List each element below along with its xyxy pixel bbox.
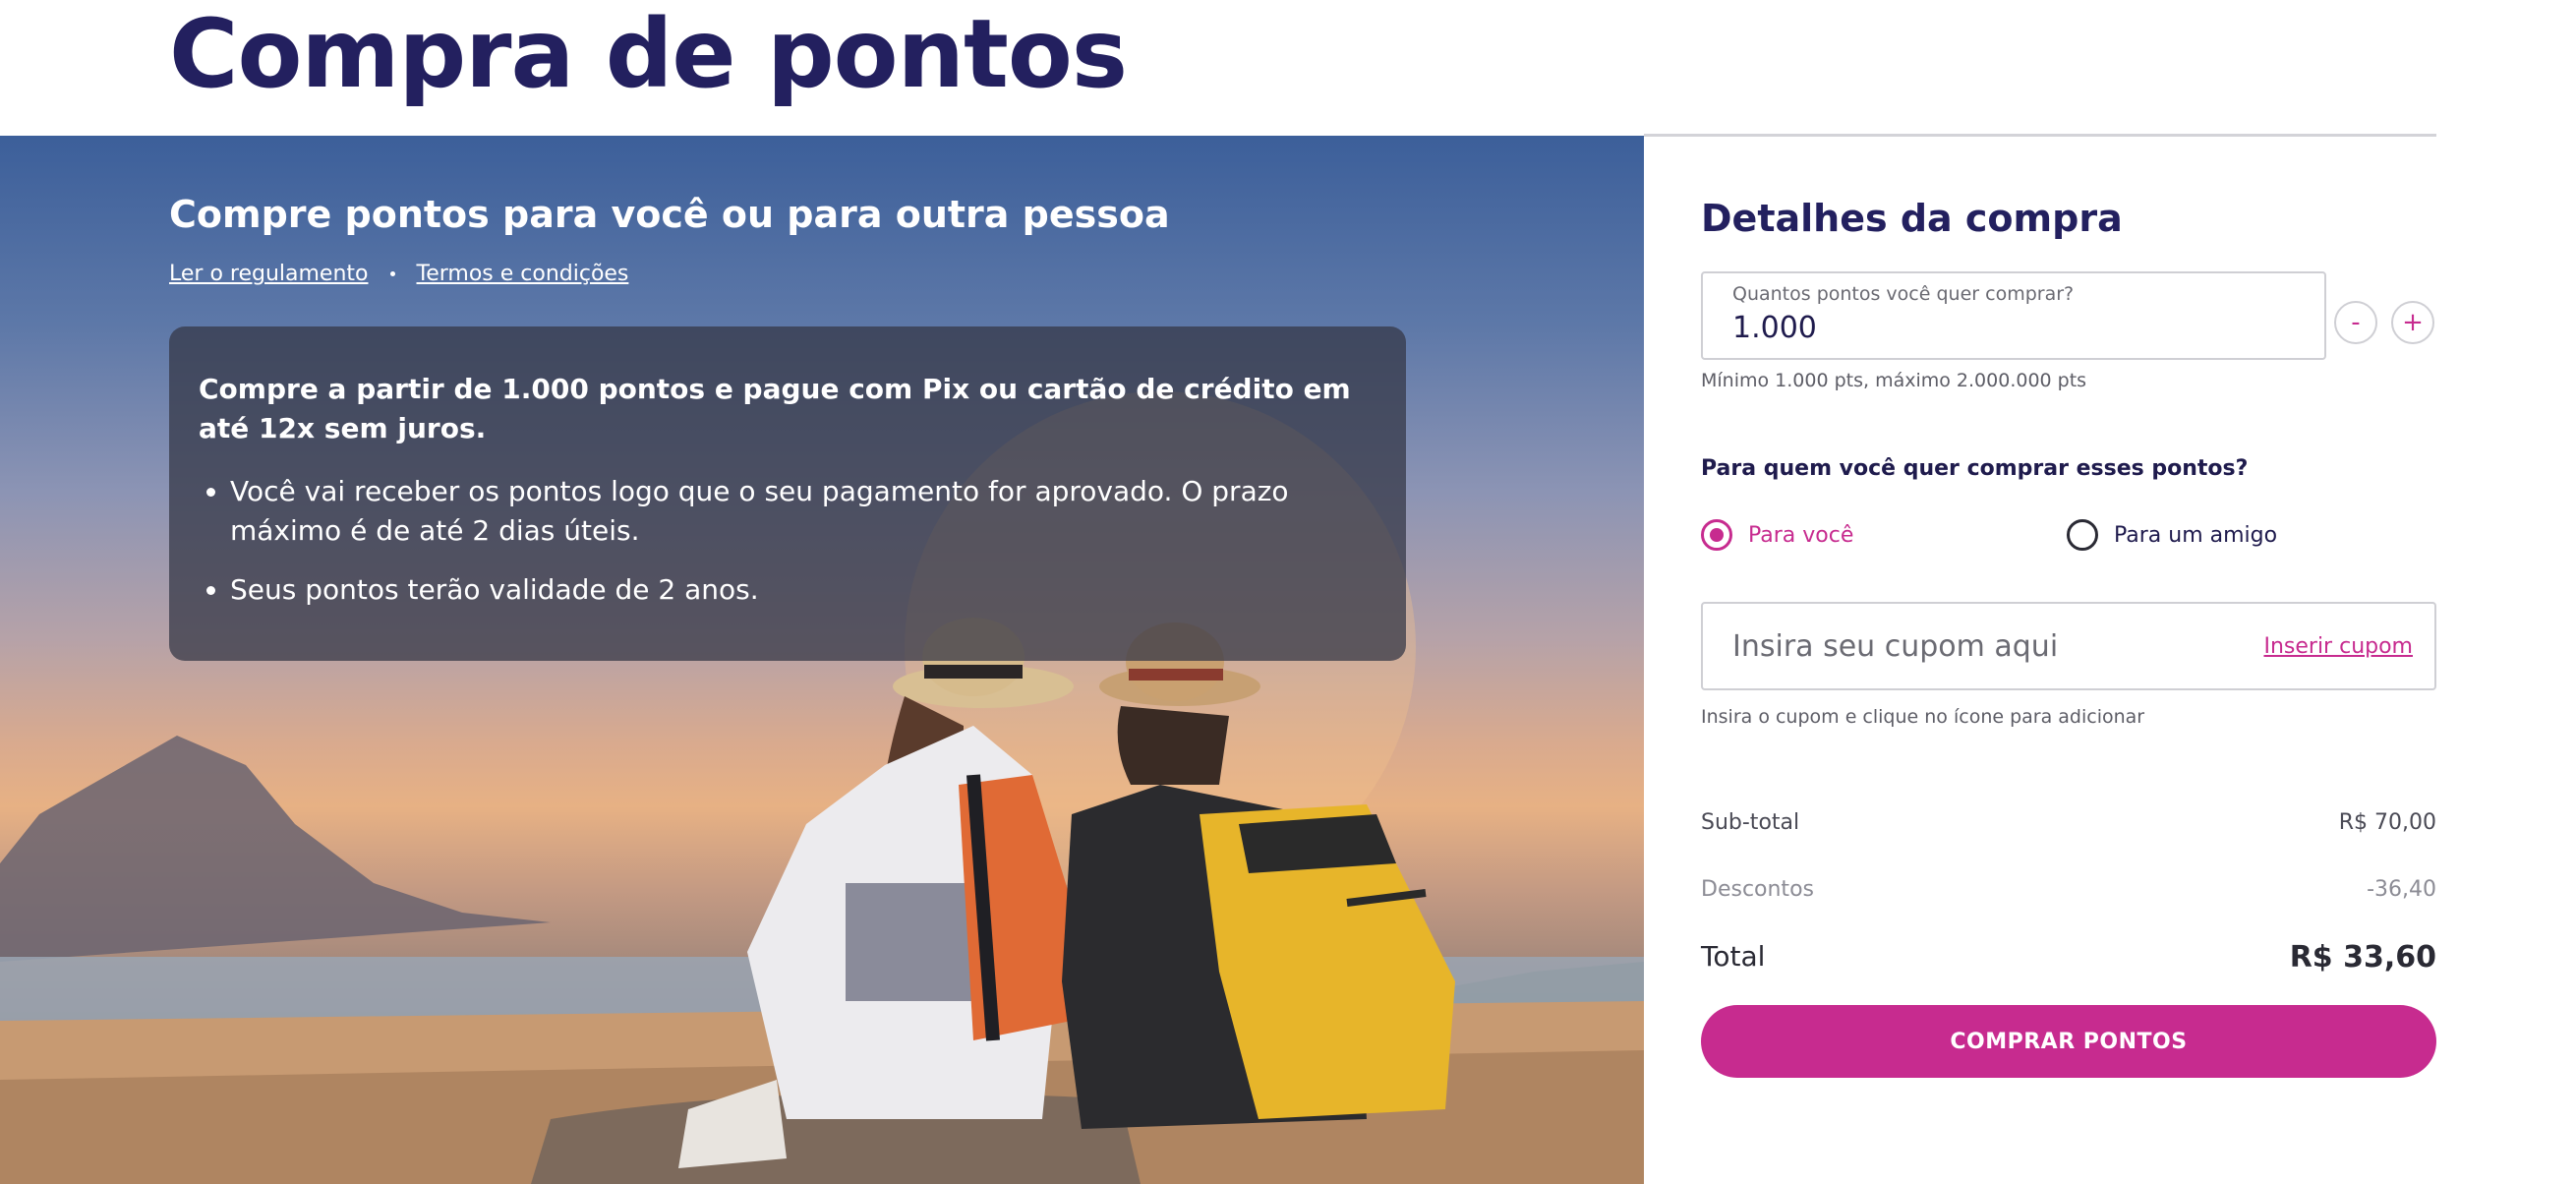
buy-points-button[interactable]: COMPRAR PONTOS — [1701, 1005, 2436, 1078]
coupon-hint: Insira o cupom e clique no ícone para ad… — [1701, 706, 2145, 728]
points-input[interactable]: 1.000 — [1732, 311, 2295, 345]
info-item: Você vai receber os pontos logo que o se… — [230, 472, 1376, 551]
radio-label: Para um amigo — [2114, 522, 2278, 548]
hero-heading: Compre pontos para você ou para outra pe… — [169, 193, 1170, 236]
coupon-input[interactable] — [1732, 628, 2244, 664]
points-field[interactable]: Quantos pontos você quer comprar? 1.000 — [1701, 271, 2326, 360]
total-row: Total R$ 33,60 — [1701, 940, 2436, 975]
points-hint: Mínimo 1.000 pts, máximo 2.000.000 pts — [1701, 370, 2087, 391]
terms-link[interactable]: Termos e condições — [417, 262, 629, 286]
radio-for-friend[interactable]: Para um amigo — [2067, 519, 2277, 551]
hero-links: Ler o regulamento Termos e condições — [169, 262, 628, 286]
total-value: R$ 33,60 — [2289, 940, 2436, 975]
info-lead: Compre a partir de 1.000 pontos e pague … — [199, 373, 1351, 444]
radio-for-you[interactable]: Para você — [1701, 519, 1853, 551]
discount-label: Descontos — [1701, 877, 1814, 902]
subtotal-value: R$ 70,00 — [2338, 810, 2436, 835]
purchase-panel: Detalhes da compra Quantos pontos você q… — [1644, 136, 2576, 1184]
info-box: Compre a partir de 1.000 pontos e pague … — [169, 326, 1406, 661]
points-label: Quantos pontos você quer comprar? — [1732, 283, 2075, 305]
discount-value: -36,40 — [2367, 877, 2436, 902]
rules-link[interactable]: Ler o regulamento — [169, 262, 369, 286]
recipient-question: Para quem você quer comprar esses pontos… — [1701, 456, 2249, 481]
info-list: Você vai receber os pontos logo que o se… — [199, 472, 1376, 610]
discount-row: Descontos -36,40 — [1701, 877, 2436, 902]
radio-label: Para você — [1748, 522, 1854, 548]
total-label: Total — [1701, 940, 1766, 973]
hero-section: Compre pontos para você ou para outra pe… — [0, 136, 1644, 1184]
purchase-title: Detalhes da compra — [1701, 197, 2123, 240]
page-title: Compra de pontos — [169, 0, 1128, 109]
radio-unselected-icon[interactable] — [2067, 519, 2098, 551]
insert-coupon-link[interactable]: Inserir cupom — [2263, 634, 2413, 659]
link-separator — [389, 271, 395, 276]
radio-selected-icon[interactable] — [1701, 519, 1732, 551]
decrement-button[interactable]: - — [2334, 301, 2377, 344]
increment-button[interactable]: + — [2391, 301, 2434, 344]
subtotal-label: Sub-total — [1701, 810, 1800, 835]
info-item: Seus pontos terão validade de 2 anos. — [230, 570, 1376, 610]
subtotal-row: Sub-total R$ 70,00 — [1701, 810, 2436, 835]
coupon-field: Inserir cupom — [1701, 602, 2436, 690]
